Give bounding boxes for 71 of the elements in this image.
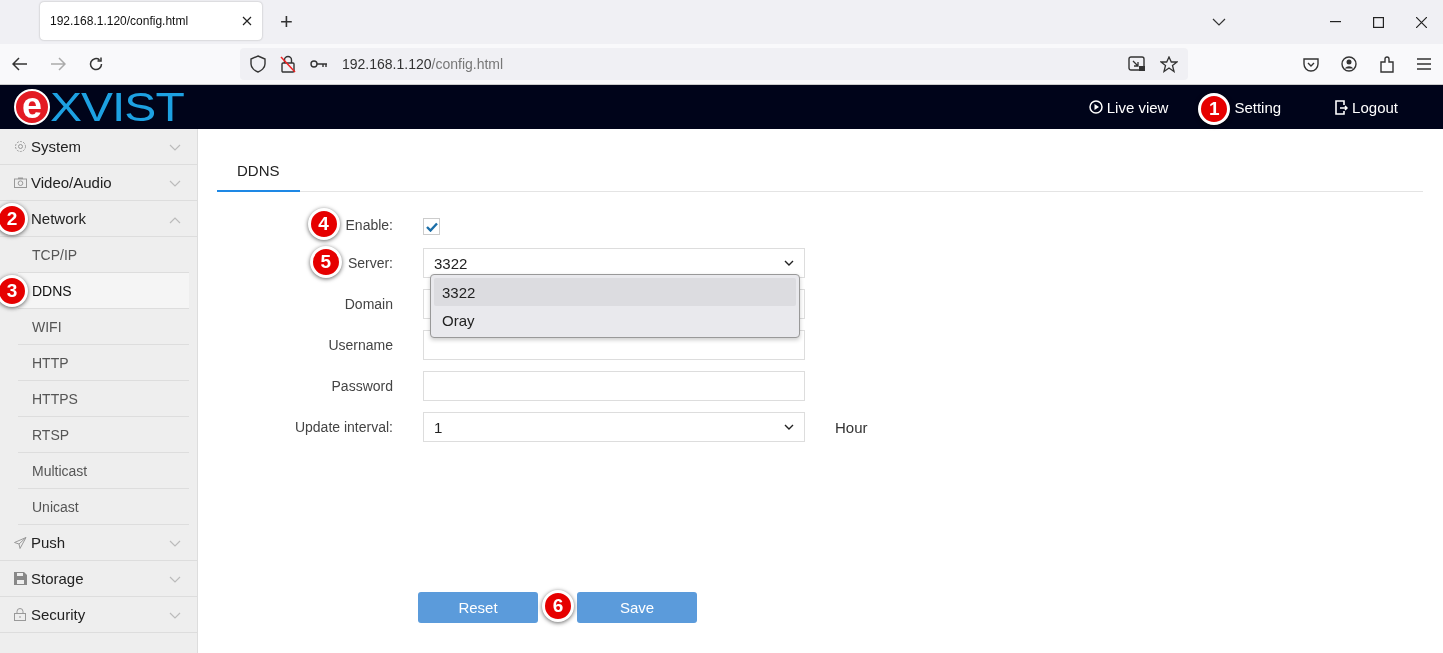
callout-badge: 2 <box>0 203 28 235</box>
extensions-icon <box>1379 55 1395 73</box>
field-label: Enable: <box>345 217 393 233</box>
back-arrow-icon <box>12 57 28 71</box>
chevron-up-icon <box>169 216 181 224</box>
logout-icon <box>1335 99 1349 115</box>
browser-tab[interactable]: 192.168.1.120/config.html <box>40 2 262 40</box>
close-icon <box>1416 16 1427 28</box>
picture-in-picture-icon <box>1128 56 1146 72</box>
star-icon <box>1160 55 1178 73</box>
address-bar[interactable]: 192.168.1.120/config.html <box>240 48 1188 80</box>
callout-badge: 1 <box>1198 92 1231 125</box>
field-label: Server: <box>347 255 393 271</box>
dropdown-option[interactable]: Oray <box>434 306 796 334</box>
play-icon <box>1088 100 1103 114</box>
close-icon <box>242 16 252 26</box>
camera-icon <box>14 177 27 188</box>
url-text: 192.168.1.120/config.html <box>342 56 504 72</box>
checkmark-icon <box>425 221 438 232</box>
sidebar-item[interactable]: DDNS <box>18 273 189 309</box>
select-field[interactable]: 1 <box>423 412 805 442</box>
sidebar-item[interactable]: Multicast <box>18 453 189 489</box>
nav-link[interactable]: Logout <box>1335 98 1398 116</box>
unit-label: Hour <box>835 418 869 436</box>
pocket-icon <box>1303 56 1319 72</box>
shield-icon <box>250 55 266 73</box>
dropdown-option[interactable]: 3322 <box>434 278 796 306</box>
input-field[interactable] <box>423 371 805 401</box>
forward-arrow-icon <box>50 57 66 71</box>
key-icon <box>310 59 328 69</box>
field-label: Password <box>331 378 393 394</box>
sidebar-group[interactable]: Security <box>0 597 197 632</box>
sidebar-group[interactable]: Storage <box>0 561 197 596</box>
sidebar-item[interactable]: HTTPS <box>18 381 189 417</box>
sidebar-group[interactable]: Network <box>31 201 197 236</box>
callout-badge: 6 <box>542 590 574 622</box>
account-icon <box>1341 56 1357 72</box>
sidebar-item[interactable]: WIFI <box>18 309 189 345</box>
chevron-down-icon <box>169 576 181 584</box>
chevron-down-icon <box>1212 18 1226 26</box>
tab-title: 192.168.1.120/config.html <box>50 14 189 28</box>
chevron-down-icon <box>169 144 181 152</box>
sidebar-group[interactable]: System <box>0 129 197 164</box>
sidebar-item[interactable]: Unicast <box>18 489 189 525</box>
field-label: Username <box>328 337 393 353</box>
maximize-icon <box>1373 16 1384 28</box>
field-label: Update interval: <box>294 419 393 435</box>
nav-link[interactable]: Live view <box>1088 98 1169 116</box>
tab[interactable]: DDNS <box>217 153 300 192</box>
sidebar-group[interactable]: Video/Audio <box>0 165 197 200</box>
new-tab-button[interactable]: + <box>274 9 299 35</box>
nav-link[interactable]: Setting <box>1234 98 1282 116</box>
menu-icon <box>1417 58 1431 70</box>
checkbox[interactable] <box>423 218 440 235</box>
lock-icon <box>14 608 26 621</box>
chevron-down-icon <box>784 260 794 266</box>
insecure-lock-icon <box>280 55 296 73</box>
chevron-down-icon <box>169 612 181 620</box>
logo: e XVIST <box>14 87 184 127</box>
callout-badge: 3 <box>0 275 28 307</box>
field-label: Domain <box>344 296 393 312</box>
reload-icon <box>88 56 104 72</box>
sidebar-item[interactable]: RTSP <box>18 417 189 453</box>
paper-plane-icon <box>14 536 27 549</box>
minimize-icon <box>1330 21 1341 23</box>
sidebar-item[interactable]: HTTP <box>18 345 189 381</box>
chevron-down-icon <box>169 180 181 188</box>
gear-icon <box>14 140 27 153</box>
chevron-down-icon <box>169 540 181 548</box>
chevron-down-icon <box>784 424 794 430</box>
sidebar-group[interactable]: Push <box>0 525 197 560</box>
